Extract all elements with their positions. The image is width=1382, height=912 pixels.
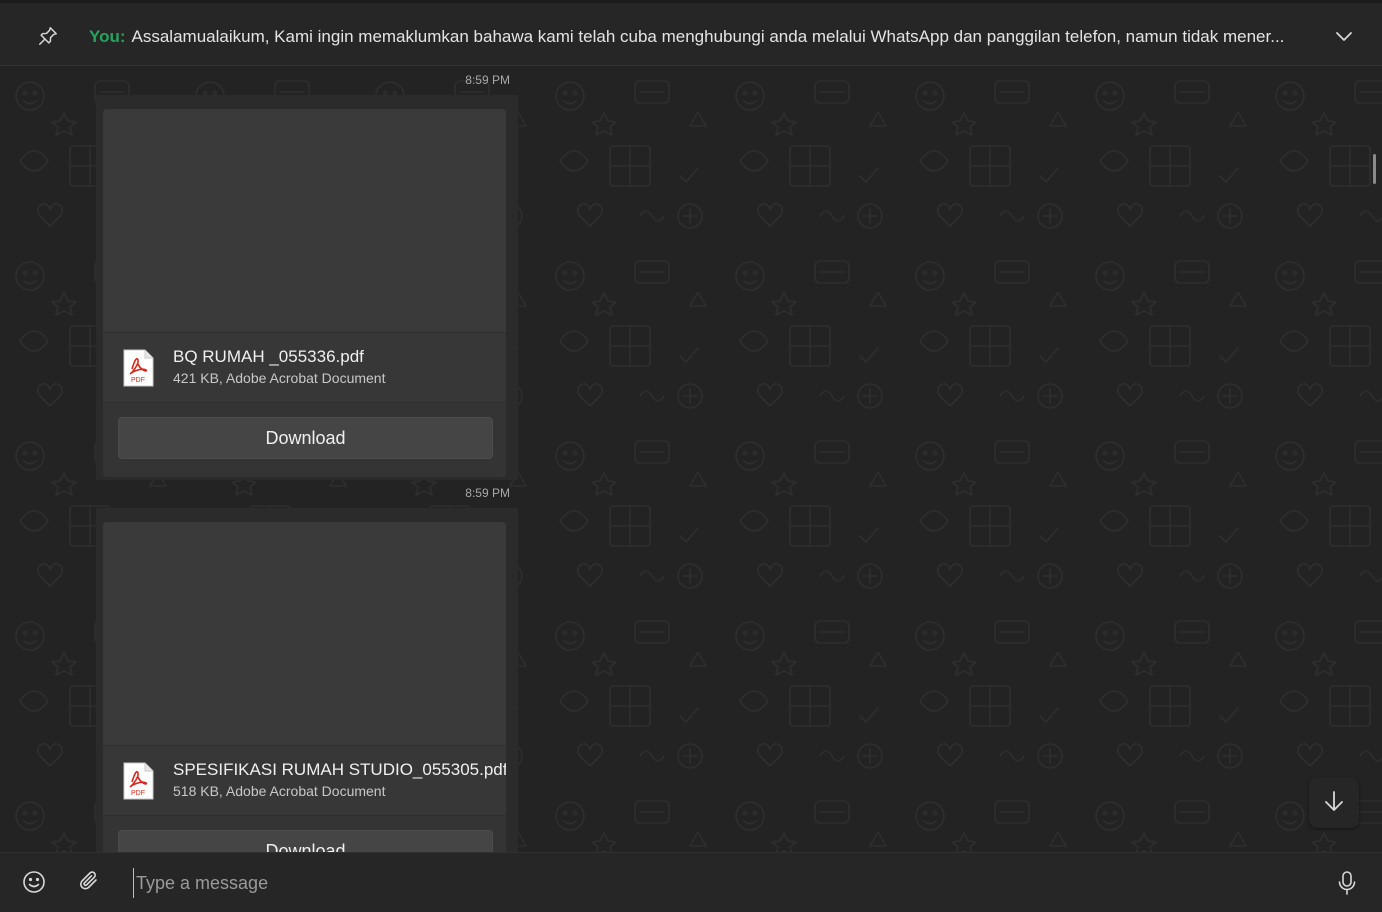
download-button[interactable]: Download — [118, 830, 493, 852]
file-info[interactable]: PDF SPESIFIKASI RUMAH STUDIO_055305.pdf … — [103, 746, 506, 816]
document-preview[interactable] — [103, 522, 506, 746]
file-attachment-card[interactable]: PDF SPESIFIKASI RUMAH STUDIO_055305.pdf … — [103, 522, 506, 852]
document-preview[interactable] — [103, 109, 506, 333]
svg-text:PDF: PDF — [131, 790, 145, 797]
file-name: BQ RUMAH _055336.pdf — [173, 347, 364, 366]
pinned-message-bar[interactable]: You: Assalamualaikum, Kami ingin memaklum… — [0, 0, 1382, 66]
pdf-file-icon: PDF — [121, 762, 155, 800]
download-area: Download — [103, 403, 506, 477]
download-area: Download — [103, 816, 506, 852]
arrow-down-icon — [1323, 789, 1345, 818]
message-composer — [0, 852, 1382, 912]
message-timestamp: 8:59 PM — [465, 73, 510, 87]
pin-icon[interactable] — [37, 25, 59, 47]
message-input[interactable] — [133, 868, 1283, 898]
file-name: SPESIFIKASI RUMAH STUDIO_055305.pdf — [173, 760, 506, 779]
pinned-message-text: Assalamualaikum, Kami ingin memaklumkan … — [131, 27, 1285, 46]
file-meta: 421 KB, Adobe Acrobat Document — [173, 370, 386, 386]
scroll-to-bottom-button[interactable] — [1309, 778, 1359, 828]
chat-scrollbar-thumb[interactable] — [1373, 154, 1376, 184]
emoji-icon[interactable] — [22, 870, 46, 894]
pinned-message-preview[interactable]: You: Assalamualaikum, Kami ingin memaklum… — [89, 25, 1319, 49]
chat-message-area[interactable]: 8:59 PM PDF BQ RUMAH _055336.pdf 421 KB,… — [0, 66, 1382, 852]
microphone-icon[interactable] — [1336, 870, 1358, 896]
message-timestamp: 8:59 PM — [465, 486, 510, 500]
whatsapp-chat-window: You: Assalamualaikum, Kami ingin memaklum… — [0, 0, 1382, 912]
paperclip-icon[interactable] — [77, 869, 101, 893]
file-attachment-card[interactable]: PDF BQ RUMAH _055336.pdf 421 KB, Adobe A… — [103, 109, 506, 477]
svg-text:PDF: PDF — [131, 377, 145, 384]
pdf-file-icon: PDF — [121, 349, 155, 387]
download-button[interactable]: Download — [118, 417, 493, 459]
chevron-down-icon[interactable] — [1332, 27, 1356, 47]
file-meta: 518 KB, Adobe Acrobat Document — [173, 783, 386, 799]
pinned-sender: You: — [89, 27, 126, 46]
file-info[interactable]: PDF BQ RUMAH _055336.pdf 421 KB, Adobe A… — [103, 333, 506, 403]
